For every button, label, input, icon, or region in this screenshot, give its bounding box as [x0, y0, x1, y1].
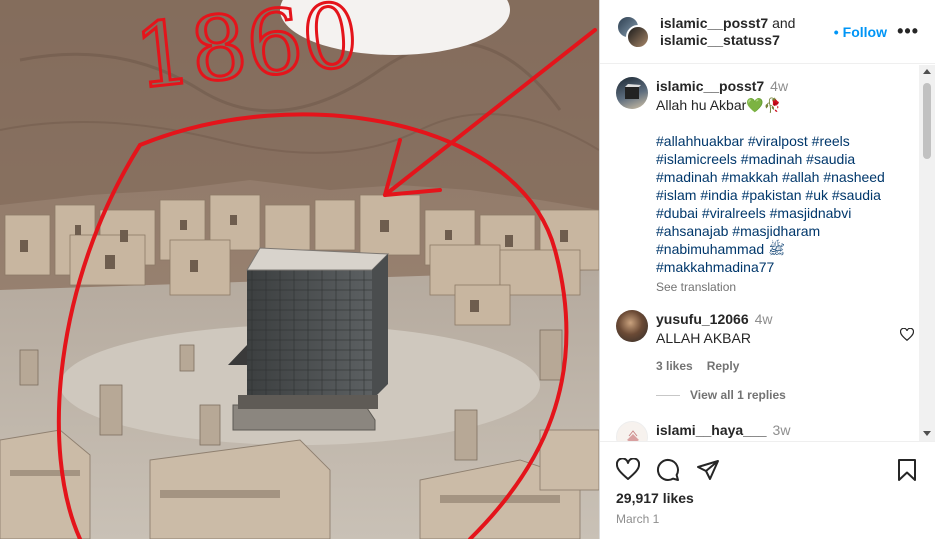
post-image: 1860 [0, 0, 599, 539]
caption-username[interactable]: islamic__posst7 [656, 78, 764, 94]
paper-plane-icon[interactable] [696, 458, 720, 482]
heart-icon[interactable] [900, 328, 914, 342]
comment-username[interactable]: islami__haya___ [656, 422, 767, 438]
avatar[interactable] [616, 421, 648, 441]
coauthor-username[interactable]: islamic__statuss7 [660, 32, 780, 48]
reply-button[interactable]: Reply [707, 359, 740, 373]
caption-timestamp[interactable]: 4w [770, 78, 788, 94]
comments-scrollbar[interactable] [919, 65, 935, 441]
caption-text: Allah hu Akbar💚🥀 [656, 97, 782, 113]
collab-names: islamic__posst7 and islamic__statuss7 [660, 15, 795, 49]
scroll-up-arrow-icon[interactable] [923, 69, 931, 74]
follow-label: Follow [842, 24, 887, 40]
collab-avatars[interactable] [616, 15, 650, 49]
separator-dot: • [833, 24, 839, 40]
replies-divider [656, 395, 680, 397]
post-media[interactable]: 1860 [0, 0, 599, 539]
likes-count[interactable]: 29,917 likes [616, 490, 694, 506]
comment-meta: 3 likes Reply [656, 357, 896, 375]
comment-username[interactable]: yusufu_12066 [656, 311, 749, 327]
scroll-thumb[interactable] [923, 83, 931, 159]
avatar[interactable] [626, 25, 650, 49]
comments-section[interactable]: islamic__posst7 4w Allah hu Akbar💚🥀 #alla… [600, 65, 935, 441]
scroll-down-arrow-icon[interactable] [923, 431, 931, 436]
post-actions: 29,917 likes March 1 [600, 441, 935, 539]
avatar[interactable] [616, 77, 648, 109]
view-replies-button[interactable]: View all 1 replies [656, 388, 786, 402]
comment-timestamp: 3w [772, 422, 791, 438]
follow-button[interactable]: • Follow [834, 24, 887, 40]
conjunction-text: and [772, 15, 796, 31]
heart-icon[interactable] [616, 458, 640, 482]
author-username[interactable]: islamic__posst7 [660, 15, 768, 31]
comment-bubble-icon[interactable] [656, 458, 680, 482]
post-panel: islamic__posst7 and islamic__statuss7 • F… [600, 0, 935, 539]
more-options-icon[interactable]: ••• [897, 22, 919, 40]
comment-timestamp: 4w [754, 311, 773, 327]
comment-text: ALLAH AKBAR [656, 330, 751, 346]
post-date[interactable]: March 1 [616, 512, 659, 526]
avatar[interactable] [616, 310, 648, 342]
comment-likes-count[interactable]: 3 likes [656, 359, 693, 373]
caption-hashtags[interactable]: #allahhuakbar #viralpost #reels #islamic… [656, 132, 888, 276]
view-replies-label: View all 1 replies [690, 388, 786, 402]
see-translation-link[interactable]: See translation [656, 278, 916, 296]
post-header: islamic__posst7 and islamic__statuss7 • F… [600, 0, 935, 64]
bookmark-icon[interactable] [895, 458, 919, 482]
